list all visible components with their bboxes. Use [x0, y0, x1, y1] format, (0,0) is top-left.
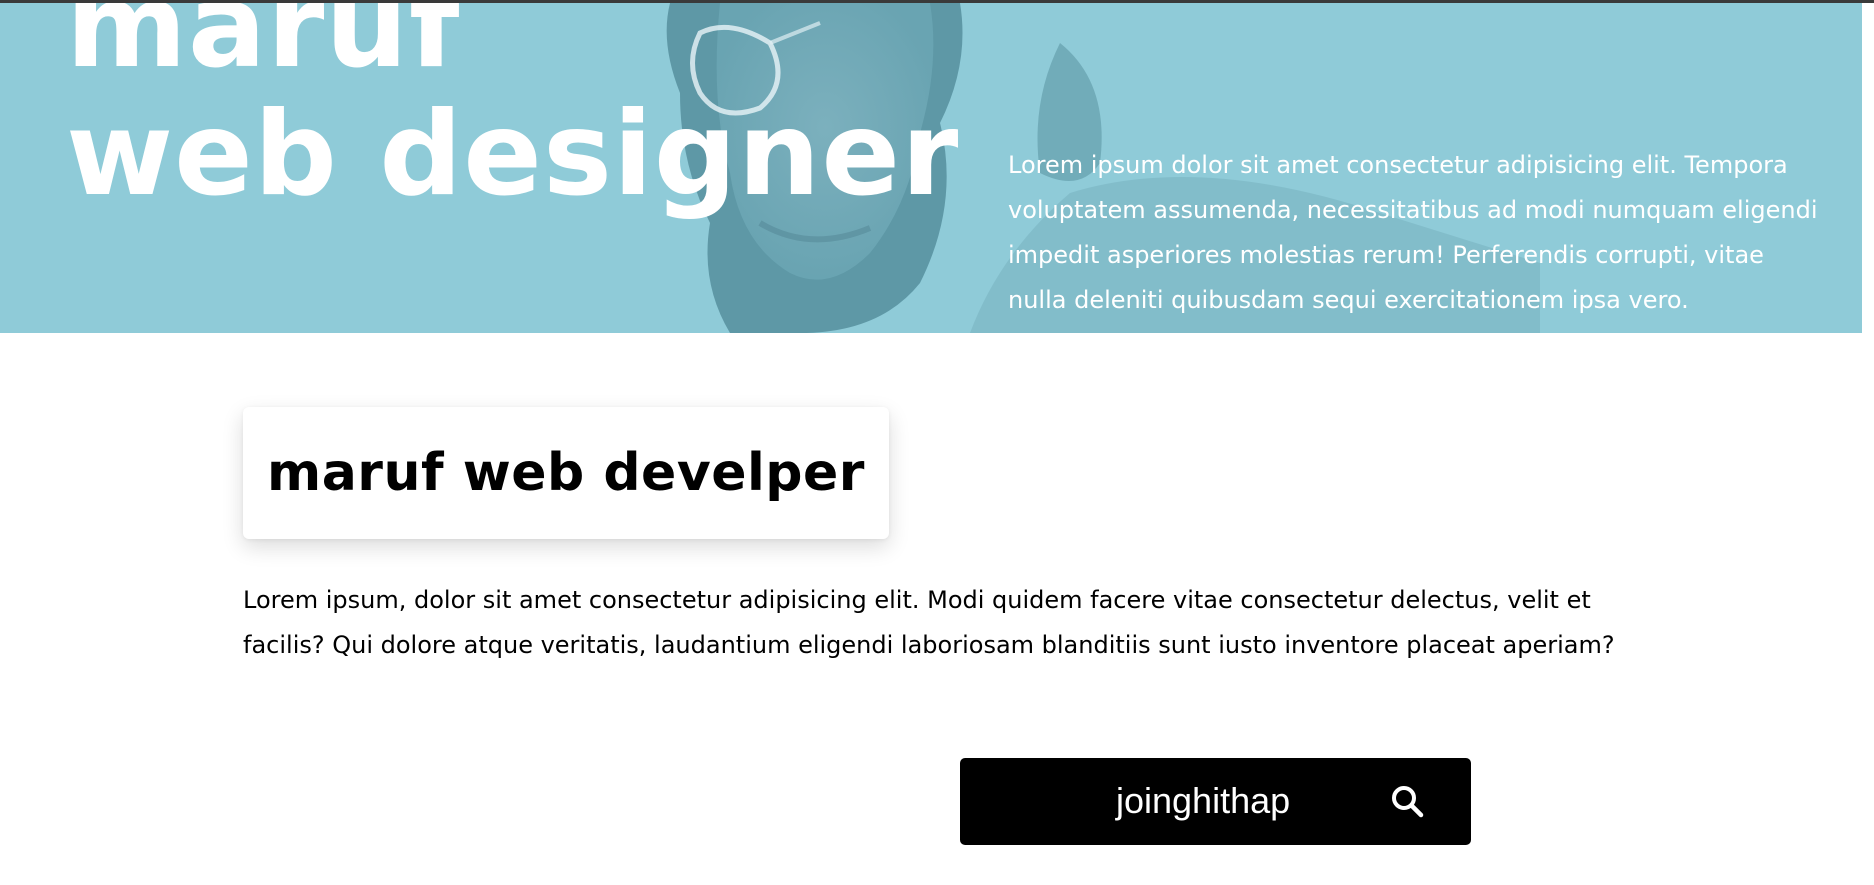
- hero-right-edge: [1862, 3, 1874, 333]
- join-button-label: joinghithap: [1116, 780, 1291, 821]
- title-card: maruf web develper: [243, 407, 889, 539]
- hero-title-line2: web designer: [66, 87, 960, 222]
- search-icon: [1392, 786, 1424, 818]
- body-paragraph: Lorem ipsum, dolor sit amet consectetur …: [243, 586, 1615, 659]
- join-github-button[interactable]: joinghithap: [960, 758, 1471, 845]
- hero-title: maruf web designer: [66, 3, 959, 219]
- hero-title-line1: maruf: [66, 3, 461, 94]
- hero-description: Lorem ipsum dolor sit amet consectetur a…: [1008, 151, 1818, 314]
- card-title: maruf web develper: [267, 443, 865, 503]
- hero-banner: maruf web designer Lorem ipsum dolor sit…: [0, 3, 1862, 333]
